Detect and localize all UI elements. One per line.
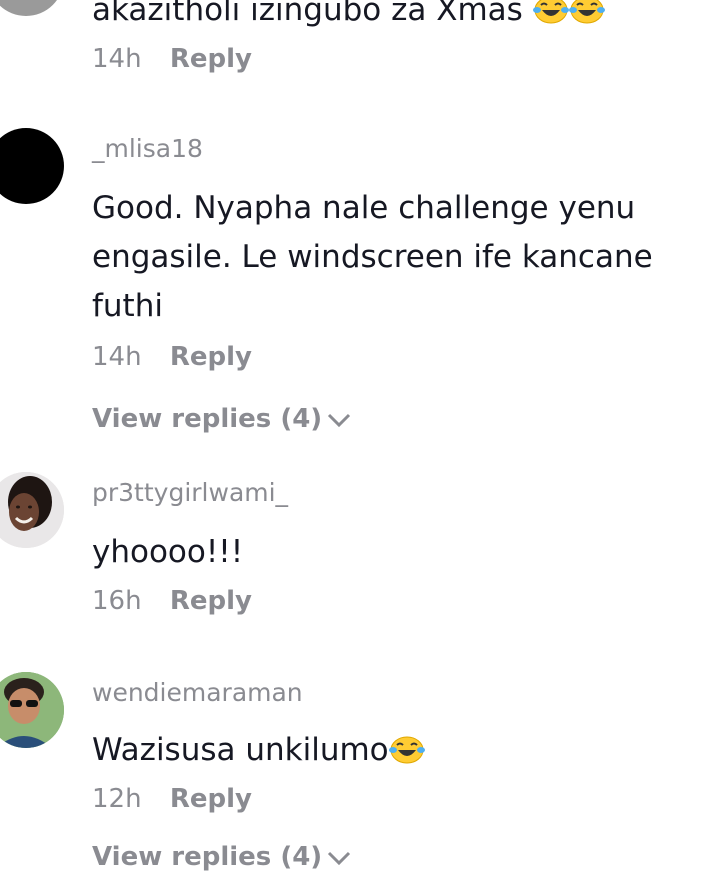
face-with-tears-of-joy-icon xyxy=(568,0,605,24)
comment-meta: 14h Reply xyxy=(92,44,252,74)
comment-username[interactable]: pr3ttygirlwami_ xyxy=(92,478,288,507)
face-with-tears-of-joy-icon xyxy=(388,736,425,764)
reply-button[interactable]: Reply xyxy=(170,342,252,372)
chevron-down-icon xyxy=(328,413,351,427)
view-replies-button[interactable]: View replies (4) xyxy=(92,842,352,872)
comment-text: Good. Nyapha nale challenge yenu engasil… xyxy=(92,190,653,324)
comment-meta: 14h Reply xyxy=(92,342,252,372)
comment-time: 12h xyxy=(92,784,142,814)
profile-photo-icon xyxy=(0,472,64,548)
reply-button[interactable]: Reply xyxy=(170,44,252,74)
comment-time: 14h xyxy=(92,342,142,372)
avatar[interactable] xyxy=(0,672,64,748)
avatar[interactable] xyxy=(0,472,64,548)
avatar[interactable] xyxy=(0,128,64,204)
comment-text: Wazisusa unkilumo xyxy=(92,726,692,775)
reply-button[interactable]: Reply xyxy=(170,586,252,616)
chevron-down-icon xyxy=(328,851,351,865)
comment-text: akazitholi izingubo za Xmas xyxy=(92,0,692,35)
comment-text: yhoooo!!! xyxy=(92,534,244,570)
comment-time: 14h xyxy=(92,44,142,74)
profile-photo-icon xyxy=(0,672,64,748)
comment-meta: 16h Reply xyxy=(92,586,252,616)
comment-username[interactable]: _mlisa18 xyxy=(92,134,203,163)
comment-time: 16h xyxy=(92,586,142,616)
view-replies-button[interactable]: View replies (4) xyxy=(92,404,352,434)
comment-meta: 12h Reply xyxy=(92,784,252,814)
comment-username[interactable]: wendiemaraman xyxy=(92,678,303,707)
avatar[interactable] xyxy=(0,0,64,16)
reply-button[interactable]: Reply xyxy=(170,784,252,814)
face-with-tears-of-joy-icon xyxy=(532,0,569,24)
